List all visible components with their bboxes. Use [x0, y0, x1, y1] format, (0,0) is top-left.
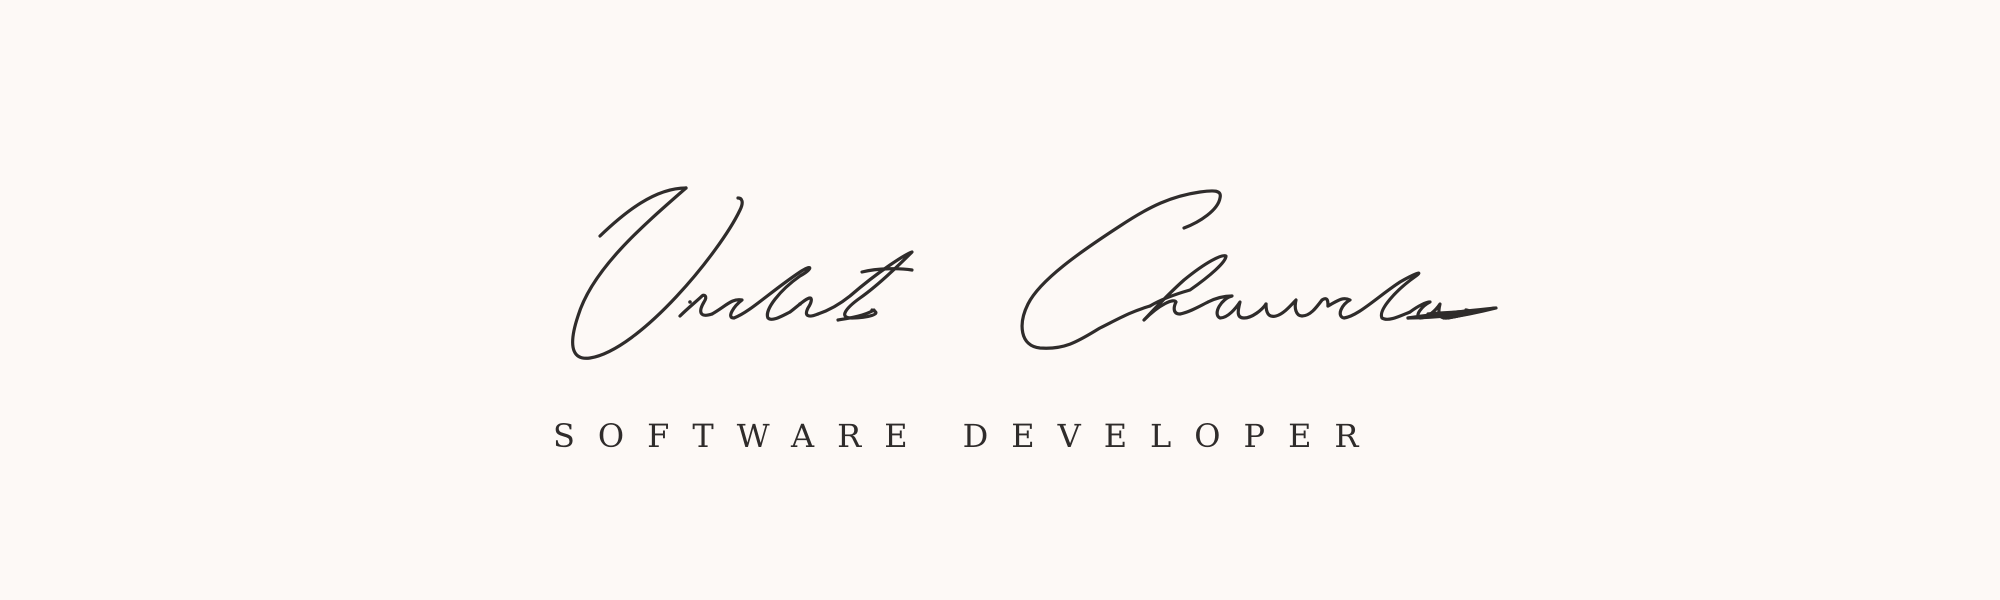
signature-i2-dot — [798, 302, 802, 306]
signature-letter-d — [710, 266, 812, 321]
signature-letter-h — [1142, 254, 1228, 322]
signature-letter-t — [816, 250, 914, 320]
signature-letter-a — [1206, 294, 1268, 320]
signature-logo — [571, 186, 1498, 360]
signature-letter-d-second — [1326, 271, 1421, 321]
signature-letter-v-main — [571, 186, 744, 360]
signature-letter-i-second — [788, 296, 820, 318]
signature-letter-w — [1264, 297, 1330, 318]
subtitle-tagline: SOFTWARE DEVELOPER — [553, 414, 1453, 458]
subtitle-word-developer: DEVELOPER — [962, 417, 1382, 455]
signature-letter-c — [1020, 189, 1222, 350]
signature-letter-i — [678, 293, 714, 318]
subtitle-word-software: SOFTWARE — [553, 417, 931, 455]
logo-canvas: SOFTWARE DEVELOPER — [0, 0, 2000, 600]
signature-t-bar — [860, 267, 914, 274]
signature-i-dot — [688, 300, 692, 304]
